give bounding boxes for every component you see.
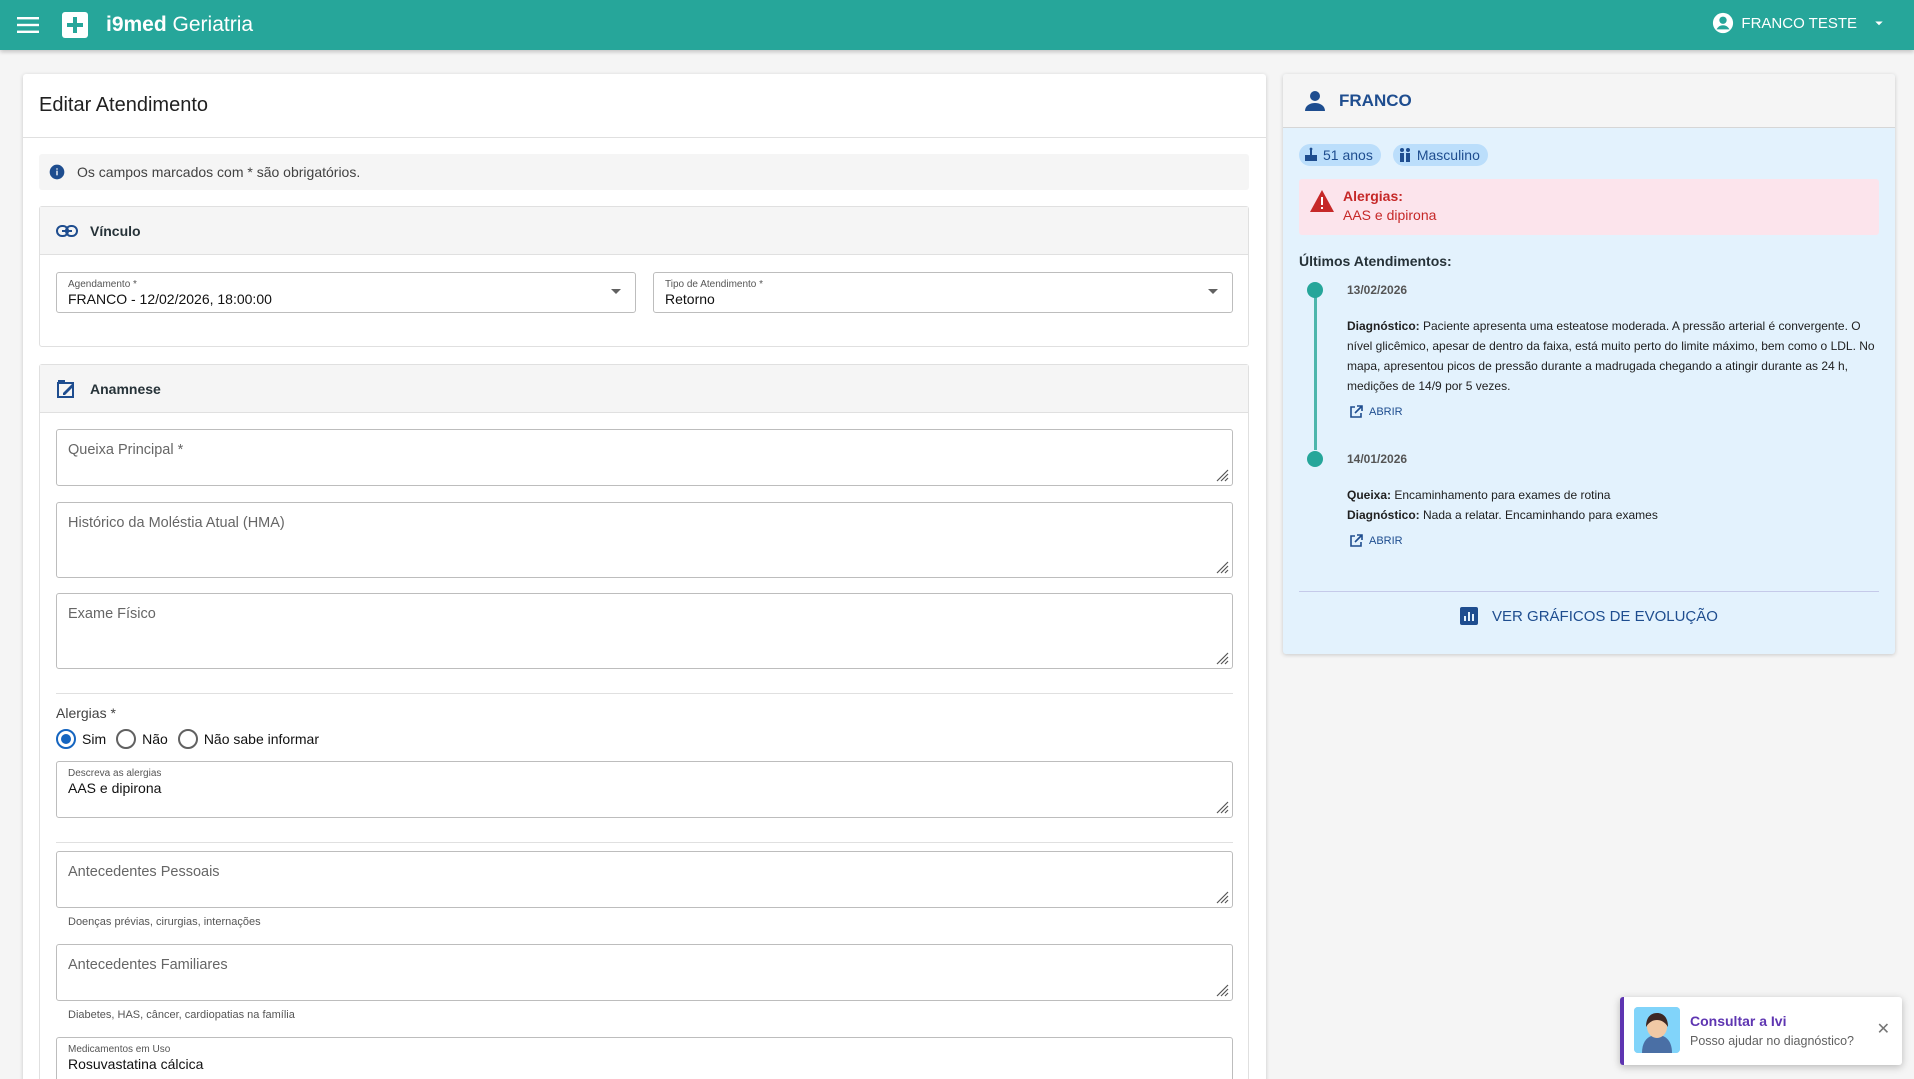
app-bar: i9med Geriatria FRANCO TESTE	[0, 0, 1914, 50]
open-history-button[interactable]: ABRIR	[1349, 405, 1403, 419]
edit-attendance-card: Editar Atendimento Os campos marcados co…	[23, 74, 1266, 1079]
divider	[56, 842, 1233, 843]
antecedentes-familiares-hint: Diabetes, HAS, câncer, cardiopatias na f…	[68, 1009, 295, 1021]
radio-nao[interactable]	[116, 729, 137, 749]
alergias-radio-group: Sim Não Não sabe informar	[56, 729, 329, 749]
app-brand: i9med Geriatria	[106, 13, 254, 36]
user-menu[interactable]: FRANCO TESTE	[1712, 12, 1888, 34]
divider	[1299, 591, 1879, 592]
patient-chips: 51 anos Masculino	[1299, 144, 1488, 166]
tipo-atendimento-select[interactable]: Tipo de Atendimento * Retorno	[653, 272, 1233, 313]
account-circle-icon	[1713, 12, 1734, 34]
link-icon	[56, 224, 78, 237]
required-fields-note: Os campos marcados com * são obrigatório…	[39, 154, 1249, 190]
radio-nao-sabe[interactable]	[177, 729, 198, 749]
bar-chart-icon	[1460, 607, 1479, 625]
sex-chip: Masculino	[1392, 144, 1488, 166]
cake-icon	[1305, 147, 1317, 161]
info-icon	[49, 164, 65, 180]
resize-handle-icon[interactable]	[1215, 560, 1229, 574]
resize-handle-icon[interactable]	[1215, 983, 1229, 997]
medicamentos-textarea[interactable]: Medicamentos em Uso Rosuvastatina cálcic…	[56, 1037, 1233, 1079]
open-history-button[interactable]: ABRIR	[1349, 534, 1403, 548]
hma-textarea[interactable]: Histórico da Moléstia Atual (HMA)	[56, 502, 1233, 578]
close-icon[interactable]: ✕	[1877, 1019, 1890, 1039]
open-in-new-icon	[1350, 405, 1363, 418]
history-diagnosis: Diagnóstico: Nada a relatar. Encaminhand…	[1347, 508, 1658, 522]
history-queixa: Queixa: Encaminhamento para exames de ro…	[1347, 488, 1611, 502]
divider	[56, 693, 1233, 694]
anamnese-section: Anamnese Queixa Principal * Histórico da…	[39, 364, 1249, 1079]
allergy-alert: Alergias: AAS e dipirona	[1299, 179, 1879, 235]
resize-handle-icon[interactable]	[1215, 800, 1229, 814]
dropdown-caret-icon	[611, 289, 621, 294]
view-evolution-charts-button[interactable]: VER GRÁFICOS DE EVOLUÇÃO	[1283, 607, 1895, 625]
timeline-dot	[1307, 451, 1323, 467]
anamnese-header: Anamnese	[40, 365, 1248, 413]
user-name: FRANCO TESTE	[1741, 14, 1857, 32]
radio-sim[interactable]	[56, 729, 76, 749]
resize-handle-icon[interactable]	[1215, 651, 1229, 665]
menu-icon	[17, 17, 39, 33]
warning-icon	[1310, 190, 1334, 212]
vinculo-header: Vínculo	[40, 207, 1248, 255]
medical-cross-logo	[62, 12, 88, 38]
agendamento-select[interactable]: Agendamento * FRANCO - 12/02/2026, 18:00…	[56, 272, 636, 313]
timeline-line	[1314, 290, 1317, 450]
antecedentes-pessoais-hint: Doenças prévias, cirurgias, internações	[68, 916, 261, 928]
antecedentes-familiares-textarea[interactable]: Antecedentes Familiares	[56, 944, 1233, 1001]
age-chip: 51 anos	[1299, 144, 1381, 166]
chevron-down-icon	[1875, 21, 1883, 26]
timeline-dot	[1307, 282, 1323, 298]
history-date: 13/02/2026	[1347, 283, 1408, 297]
antecedentes-pessoais-textarea[interactable]: Antecedentes Pessoais	[56, 851, 1233, 908]
patient-header: FRANCO	[1283, 74, 1895, 128]
dropdown-caret-icon	[1208, 289, 1218, 294]
vinculo-section: Vínculo Agendamento * FRANCO - 12/02/202…	[39, 206, 1249, 347]
alergias-descricao-textarea[interactable]: Descreva as alergias AAS e dipirona	[56, 761, 1233, 818]
assistant-avatar	[1634, 1007, 1680, 1053]
exame-fisico-textarea[interactable]: Exame Físico	[56, 593, 1233, 669]
clipboard-edit-icon	[57, 379, 74, 398]
page-title: Editar Atendimento	[23, 74, 1266, 138]
history-date: 14/01/2026	[1347, 452, 1408, 466]
assistant-subtitle: Posso ajudar no diagnóstico?	[1690, 1034, 1855, 1048]
assistant-popup[interactable]: Consultar a Ivi Posso ajudar no diagnóst…	[1620, 997, 1902, 1065]
assistant-title: Consultar a Ivi	[1690, 1013, 1787, 1029]
open-in-new-icon	[1350, 534, 1363, 547]
resize-handle-icon[interactable]	[1215, 468, 1229, 482]
people-icon	[1399, 148, 1410, 162]
menu-button[interactable]	[14, 11, 42, 39]
resize-handle-icon[interactable]	[1215, 890, 1229, 904]
patient-summary-card: FRANCO 51 anos Masculino Alergias: AAS e…	[1283, 74, 1895, 654]
history-diagnosis: Diagnóstico: Paciente apresenta uma este…	[1347, 319, 1875, 393]
alergias-label: Alergias *	[56, 705, 116, 721]
history-title: Últimos Atendimentos:	[1299, 253, 1452, 269]
person-icon	[1305, 90, 1325, 111]
queixa-principal-textarea[interactable]: Queixa Principal *	[56, 429, 1233, 486]
